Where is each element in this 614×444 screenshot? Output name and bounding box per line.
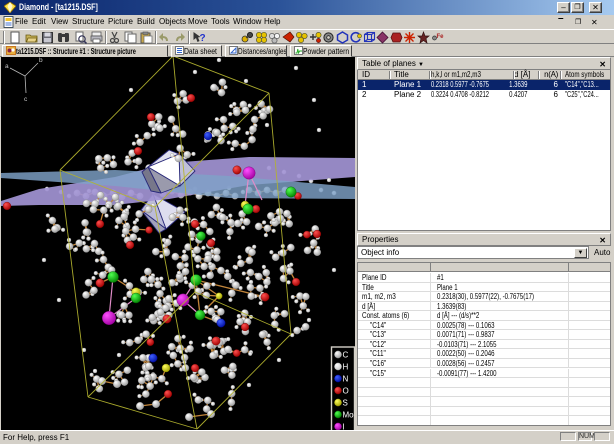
svg-text:Mo: Mo — [343, 411, 355, 420]
svg-text:C: C — [343, 351, 349, 360]
svg-text:c: c — [24, 96, 28, 103]
svg-text:I: I — [343, 423, 345, 431]
svg-text:b: b — [39, 57, 43, 64]
svg-text:a: a — [5, 63, 9, 70]
svg-text:Fe: Fe — [437, 34, 445, 40]
svg-text:?: ? — [200, 33, 206, 44]
svg-text:S: S — [343, 399, 348, 408]
svg-text:O: O — [343, 387, 349, 396]
svg-text:N: N — [343, 375, 349, 384]
svg-text:H: H — [343, 363, 349, 372]
